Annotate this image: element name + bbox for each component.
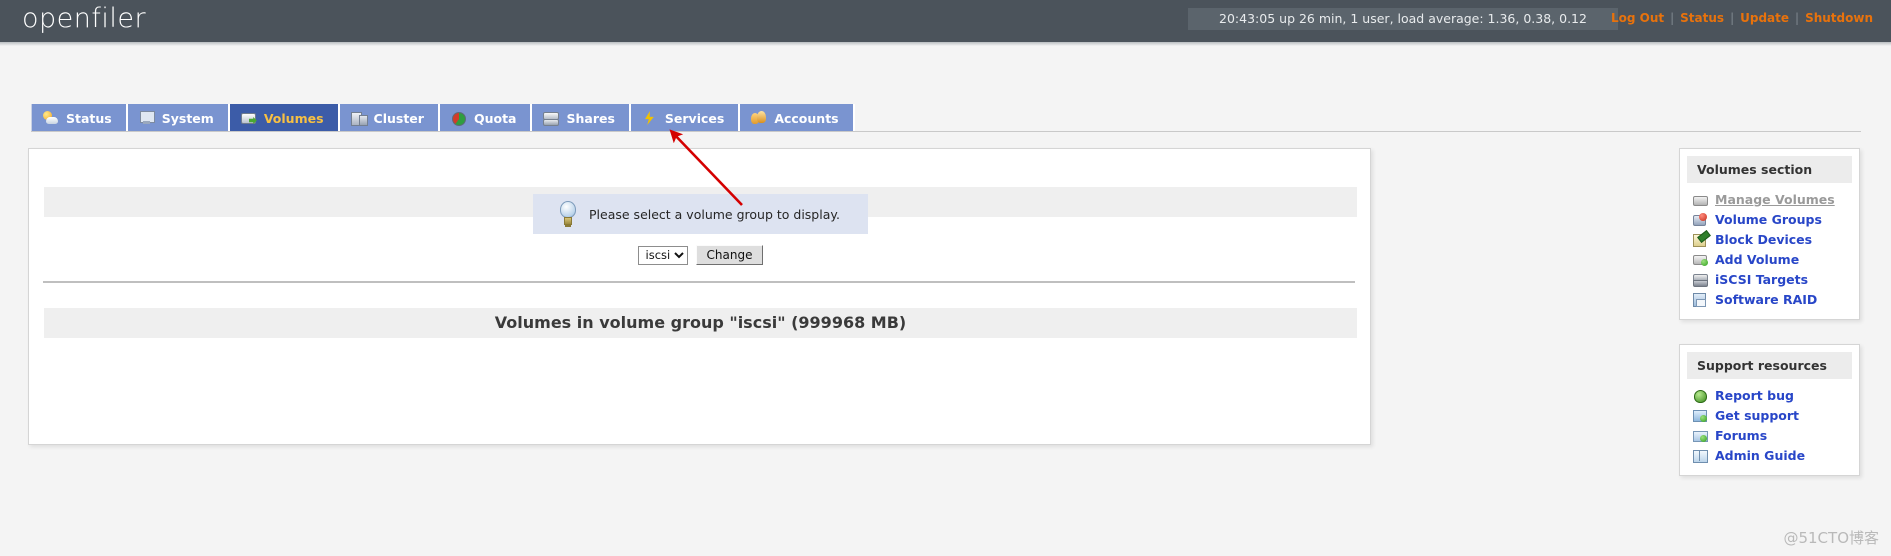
sidebar-item-volume-groups[interactable]: Volume Groups [1680, 209, 1859, 229]
tab-shares[interactable]: Shares [532, 104, 631, 132]
sidebar-item-software-raid[interactable]: Software RAID [1680, 289, 1859, 309]
bug-icon [1693, 389, 1707, 403]
info-message-box: Please select a volume group to display. [533, 194, 868, 234]
sidebar-item-label: Manage Volumes [1715, 191, 1835, 207]
tab-status[interactable]: Status [31, 104, 128, 132]
tab-label: Shares [566, 110, 615, 126]
log-out-link[interactable]: Log Out [1605, 11, 1670, 25]
tab-system[interactable]: System [127, 104, 230, 132]
sidebar-item-label: iSCSI Targets [1715, 271, 1809, 287]
sidebar-item-label: Admin Guide [1715, 447, 1806, 463]
tab-label: Cluster [373, 110, 424, 126]
pie-chart-icon [451, 111, 467, 126]
panel-title: Support resources [1687, 352, 1852, 379]
book-icon [1693, 449, 1708, 463]
tab-label: Quota [473, 110, 517, 126]
monitor-icon [139, 111, 155, 125]
tab-cluster[interactable]: Cluster [339, 104, 440, 132]
sidebar-item-label: Add Volume [1715, 251, 1800, 267]
volume-arrow-icon [240, 111, 257, 125]
add-volume-icon [1693, 253, 1708, 266]
volume-group-icon [1693, 212, 1707, 226]
shutdown-link[interactable]: Shutdown [1799, 11, 1879, 25]
tab-label: System [161, 110, 214, 126]
volume-group-form-row: iscsi Change [29, 245, 1372, 265]
sidebar-item-label: Volume Groups [1715, 211, 1822, 227]
sidebar-item-manage-volumes[interactable]: Manage Volumes [1680, 189, 1859, 209]
tab-label: Accounts [774, 110, 839, 126]
uptime-status-box: 20:43:05 up 26 min, 1 user, load average… [1188, 8, 1618, 30]
lightning-icon [642, 111, 658, 125]
forums-icon [1693, 429, 1708, 442]
tab-services[interactable]: Services [630, 104, 741, 132]
sidebar-item-label: Forums [1715, 427, 1768, 443]
main-content-panel: Select Volume Group Please select a volu… [28, 148, 1371, 445]
sidebar-item-iscsi-targets[interactable]: iSCSI Targets [1680, 269, 1859, 289]
top-header-bar: openfiler 20:43:05 up 26 min, 1 user, lo… [0, 0, 1891, 42]
tab-volumes[interactable]: Volumes [229, 104, 340, 132]
tab-accounts[interactable]: Accounts [740, 104, 855, 132]
openfiler-logo: openfiler [22, 3, 147, 34]
tab-quota[interactable]: Quota [439, 104, 533, 132]
iscsi-target-icon [1693, 273, 1708, 287]
sidebar-item-label: Report bug [1715, 387, 1794, 403]
update-link[interactable]: Update [1734, 11, 1795, 25]
panel-title: Volumes section [1687, 156, 1852, 183]
drive-stack-icon [543, 111, 560, 126]
status-link[interactable]: Status [1674, 11, 1730, 25]
tab-label: Services [664, 110, 725, 126]
sidebar-item-forums[interactable]: Forums [1680, 425, 1859, 445]
sidebar-item-add-volume[interactable]: Add Volume [1680, 249, 1859, 269]
change-button[interactable]: Change [695, 245, 764, 265]
sun-cloud-icon [43, 111, 59, 125]
volume-group-select[interactable]: iscsi [637, 245, 688, 265]
sidebar-item-get-support[interactable]: Get support [1680, 405, 1859, 425]
servers-icon [350, 111, 368, 126]
volumes-in-group-heading: Volumes in volume group "iscsi" (999968 … [44, 308, 1357, 338]
tabs-underline [31, 131, 1861, 132]
support-resources-panel: Support resources Report bug Get support… [1679, 344, 1860, 476]
support-icon [1693, 409, 1707, 422]
sidebar-item-admin-guide[interactable]: Admin Guide [1680, 445, 1859, 465]
header-links: Log Out | Status | Update | Shutdown [1605, 11, 1879, 25]
lightbulb-icon [551, 197, 585, 231]
site-watermark: @51CTO博客 [1783, 529, 1879, 547]
sidebar-item-label: Get support [1715, 407, 1800, 423]
sidebar-item-block-devices[interactable]: Block Devices [1680, 229, 1859, 249]
raid-icon [1693, 292, 1707, 307]
sidebar-item-report-bug[interactable]: Report bug [1680, 385, 1859, 405]
main-navigation-tabs: Status System Volumes Cluster Quota Shar… [31, 104, 855, 132]
tab-label: Status [66, 110, 112, 126]
drive-icon [1693, 193, 1708, 206]
block-device-icon [1693, 233, 1707, 247]
sidebar-item-label: Block Devices [1715, 231, 1813, 247]
sidebar-item-label: Software RAID [1715, 291, 1818, 307]
info-message-text: Please select a volume group to display. [589, 206, 840, 222]
users-icon [751, 111, 767, 125]
tab-label: Volumes [263, 110, 324, 126]
section-divider [43, 281, 1355, 283]
volumes-section-panel: Volumes section Manage Volumes Volume Gr… [1679, 148, 1860, 320]
right-sidebar: Volumes section Manage Volumes Volume Gr… [1679, 148, 1860, 500]
